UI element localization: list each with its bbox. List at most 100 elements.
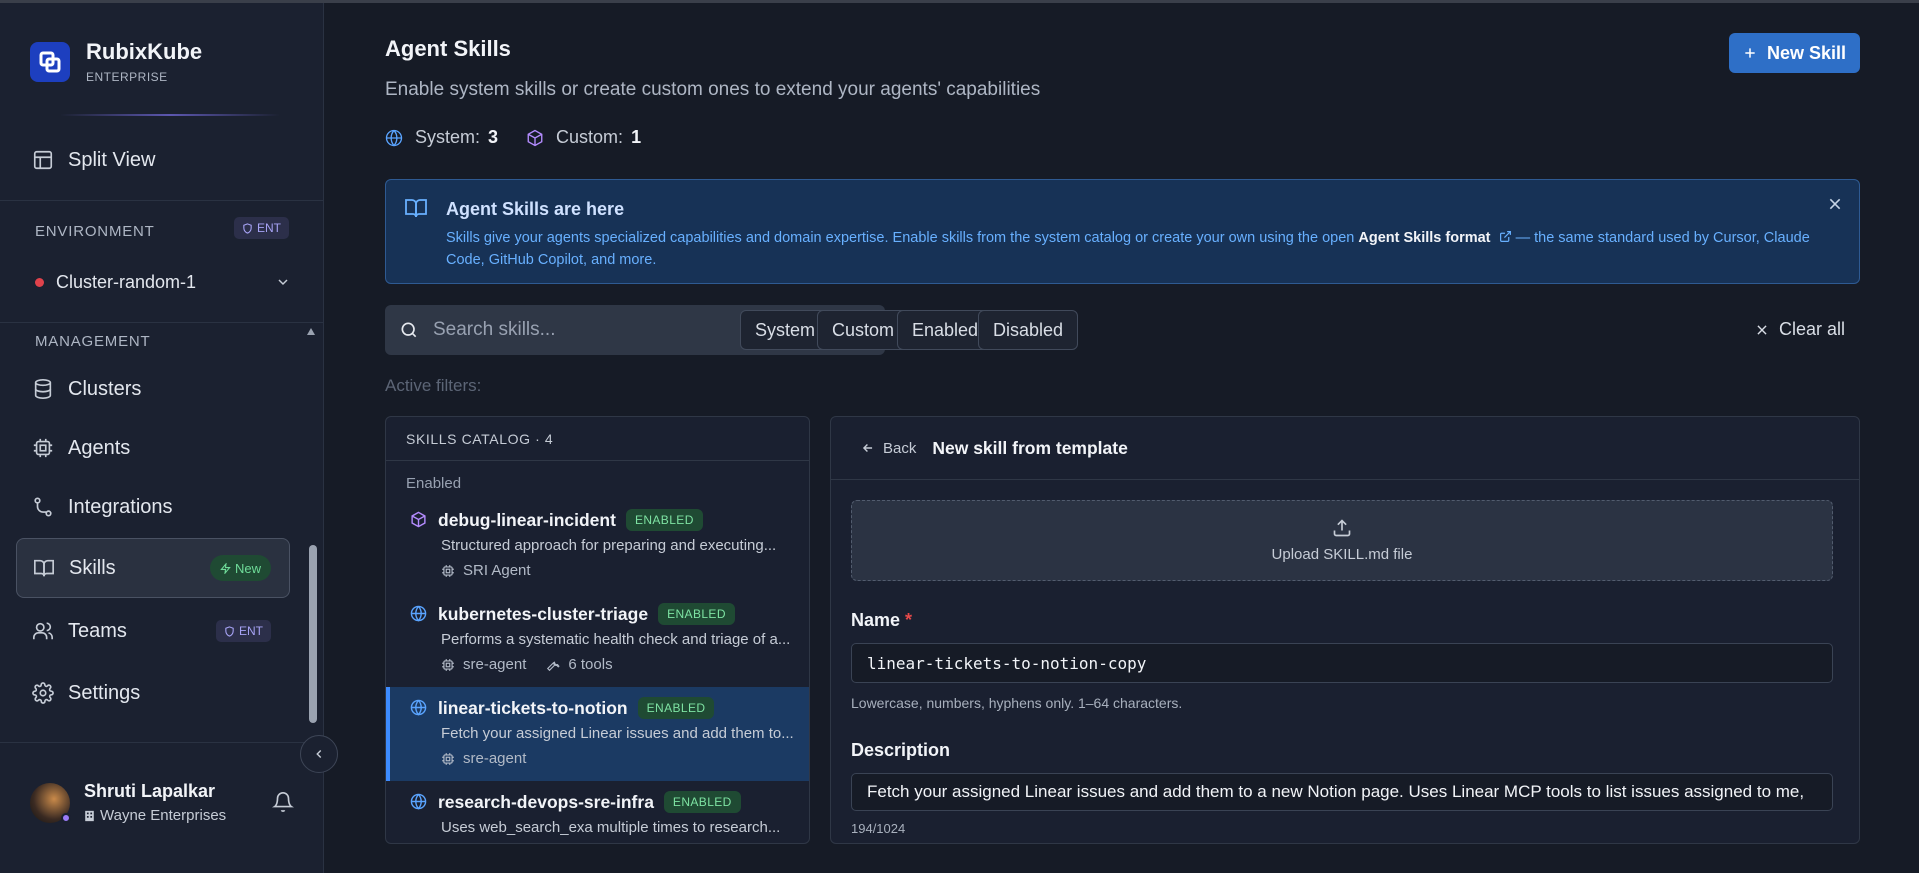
filter-chip-custom[interactable]: Custom [817, 310, 910, 350]
editor-title: New skill from template [932, 437, 1128, 458]
new-badge: New [209, 555, 271, 581]
user-org-name: Wayne Enterprises [100, 807, 227, 824]
upload-icon [1333, 519, 1351, 537]
divider [0, 200, 324, 201]
environment-select[interactable]: Cluster-random-1 [35, 267, 291, 297]
skill-description: Performs a systematic health check and t… [441, 631, 791, 648]
sidebar-item-label: Agents [68, 436, 131, 459]
zap-icon [220, 562, 231, 574]
banner-close-button[interactable] [1827, 196, 1843, 217]
name-input[interactable]: linear-tickets-to-notion-copy [851, 643, 1833, 683]
catalog-header: SKILLS CATALOG · 4 [386, 417, 809, 461]
split-view-label: Split View [68, 148, 156, 171]
globe-icon [410, 699, 427, 716]
clear-all-label: Clear all [1779, 319, 1846, 339]
system-count: 3 [488, 127, 499, 147]
editor-header: Back New skill from template [831, 417, 1859, 480]
close-icon [1757, 324, 1767, 335]
skill-name: linear-tickets-to-notion [438, 697, 628, 718]
skill-item-debug-linear-incident[interactable]: debug-linear-incident ENABLED Structured… [386, 499, 809, 593]
name-label: Name [851, 610, 901, 630]
description-char-count: 194/1024 [851, 821, 906, 836]
name-field-label: Name * [851, 610, 912, 631]
new-skill-button[interactable]: New Skill [1729, 33, 1860, 73]
skill-meta: sre-agent 6 tools [441, 656, 613, 673]
skill-description: Fetch your assigned Linear issues and ad… [441, 725, 794, 742]
enabled-badge: ENABLED [663, 791, 741, 813]
skill-item-research-devops-sre-infra[interactable]: research-devops-sre-infra ENABLED Uses w… [386, 781, 809, 843]
sidebar-item-teams[interactable]: Teams ENT [16, 603, 290, 659]
user-org: Wayne Enterprises [84, 807, 226, 824]
database-icon [34, 379, 52, 399]
scroll-up-arrow-icon [307, 328, 315, 335]
cpu-icon [442, 564, 454, 577]
globe-icon [410, 605, 427, 622]
sidebar-item-label: Clusters [68, 377, 142, 400]
banner-text: Skills give your agents specialized capa… [446, 227, 1836, 271]
wrench-icon [547, 661, 561, 671]
sidebar-item-settings[interactable]: Settings [16, 665, 290, 721]
skill-name: kubernetes-cluster-triage [438, 603, 649, 624]
system-count-label: System: [415, 127, 481, 147]
skill-item-linear-tickets-to-notion[interactable]: linear-tickets-to-notion ENABLED Fetch y… [386, 687, 809, 781]
teams-ent-badge: ENT [216, 620, 271, 642]
shield-icon [243, 222, 252, 234]
users-icon [33, 622, 53, 640]
back-button[interactable]: Back [861, 440, 916, 457]
skills-catalog: SKILLS CATALOG · 4 Enabled debug-linear-… [385, 416, 810, 844]
enabled-badge: ENABLED [637, 697, 715, 719]
globe-icon [410, 793, 427, 810]
bell-icon [272, 792, 294, 813]
brand[interactable]: RubixKube ENTERPRISE [30, 40, 202, 84]
book-open-icon [405, 199, 427, 218]
agent-skills-format-link[interactable]: Agent Skills format [1358, 230, 1490, 246]
skill-meta: sre-agent [441, 750, 526, 767]
back-label: Back [883, 439, 917, 457]
required-marker: * [905, 610, 913, 630]
skill-description: Uses web_search_exa multiple times to re… [441, 819, 781, 836]
new-skill-label: New Skill [1766, 42, 1847, 63]
upload-label: Upload SKILL.md file [1271, 546, 1413, 563]
notifications-button[interactable] [272, 791, 294, 818]
external-link-icon [1499, 231, 1511, 242]
main-content: Agent Skills Enable system skills or cre… [325, 3, 1919, 873]
sidebar-scrollbar-thumb[interactable] [309, 545, 317, 723]
clear-all-button[interactable]: Clear all [1755, 319, 1845, 340]
user-name: Shruti Lapalkar [84, 781, 216, 801]
environment-value: Cluster-random-1 [56, 271, 197, 292]
sidebar-item-label: Settings [68, 681, 141, 704]
rubixkube-logo-icon [30, 42, 70, 82]
plus-icon [1745, 48, 1755, 58]
ent-badge-text: ENT [257, 221, 281, 235]
skill-description: Structured approach for preparing and ex… [441, 537, 777, 554]
user-profile[interactable]: Shruti Lapalkar Wayne Enterprises [30, 781, 226, 824]
cpu-icon [33, 438, 53, 458]
banner-text-before: Skills give your agents specialized capa… [446, 230, 1359, 246]
divider [0, 742, 324, 743]
skill-item-kubernetes-cluster-triage[interactable]: kubernetes-cluster-triage ENABLED Perfor… [386, 593, 809, 687]
description-textarea[interactable]: Fetch your assigned Linear issues and ad… [851, 773, 1833, 811]
sidebar-item-skills[interactable]: Skills New [16, 538, 290, 598]
skill-editor: Back New skill from template Upload SKIL… [830, 416, 1860, 844]
skill-counts: System: 3 Custom: 1 [385, 127, 641, 148]
chevron-down-icon [278, 279, 288, 286]
sidebar-item-agents[interactable]: Agents [16, 420, 290, 476]
upload-skill-dropzone[interactable]: Upload SKILL.md file [851, 500, 1833, 581]
skill-name-row: linear-tickets-to-notion ENABLED [438, 697, 715, 719]
cpu-icon [442, 658, 454, 671]
skill-name-row: debug-linear-incident ENABLED [438, 509, 703, 531]
presence-dot [61, 812, 71, 823]
divider [0, 322, 324, 323]
name-hint: Lowercase, numbers, hyphens only. 1–64 c… [851, 695, 1183, 711]
filter-chip-disabled[interactable]: Disabled [978, 310, 1079, 350]
layout-icon [33, 150, 53, 170]
split-view-link[interactable]: Split View [16, 132, 290, 188]
environment-ent-badge: ENT [234, 217, 289, 239]
sidebar-item-integrations[interactable]: Integrations [16, 479, 290, 535]
cube-icon [411, 511, 426, 528]
sidebar-item-clusters[interactable]: Clusters [16, 361, 290, 417]
skill-meta: SRI Agent [441, 562, 531, 579]
cpu-icon [442, 752, 454, 765]
custom-count-label: Custom: [556, 127, 624, 147]
sidebar-item-label: Integrations [68, 495, 173, 518]
